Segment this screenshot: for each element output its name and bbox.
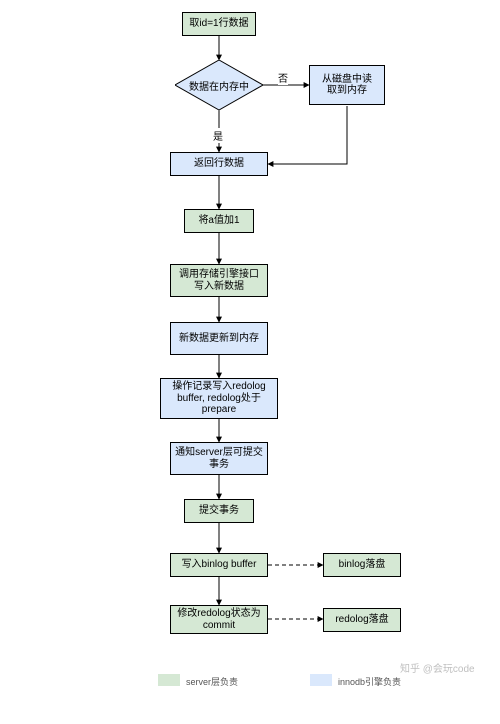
watermark: 知乎 @会玩code [400, 660, 475, 675]
edge-label-no: 否 [278, 70, 288, 85]
node-notify-server-commit: 通知server层可提交事务 [170, 442, 268, 475]
node-label: 取id=1行数据 [189, 18, 248, 30]
node-label: binlog落盘 [339, 559, 386, 571]
node-label: 从磁盘中读 取到内存 [322, 74, 372, 97]
decision-in-memory: 数据在内存中 [175, 60, 263, 110]
edge-label-yes: 是 [213, 128, 223, 143]
node-label: 提交事务 [199, 505, 239, 517]
node-label: 操作记录写入redolog buffer, redolog处于prepare [165, 381, 273, 416]
node-redolog-prepare: 操作记录写入redolog buffer, redolog处于prepare [160, 378, 278, 419]
legend-swatch-innodb [310, 674, 332, 686]
node-label: 调用存储引擎接口写入新数据 [175, 269, 263, 292]
legend-swatch-server [158, 674, 180, 686]
node-commit-tx: 提交事务 [184, 499, 254, 523]
node-label: 将a值加1 [198, 215, 239, 227]
node-redolog-flush: redolog落盘 [323, 608, 401, 632]
node-update-memory: 新数据更新到内存 [170, 322, 268, 355]
node-call-engine-write: 调用存储引擎接口写入新数据 [170, 264, 268, 297]
legend-label-innodb: innodb引擎负责 [338, 675, 401, 688]
node-read-from-disk: 从磁盘中读 取到内存 [309, 65, 385, 105]
decision-label: 数据在内存中 [175, 60, 263, 110]
node-label: 通知server层可提交事务 [175, 447, 263, 470]
node-binlog-flush: binlog落盘 [323, 553, 401, 577]
node-label: 修改redolog状态为commit [175, 608, 263, 631]
node-add-one: 将a值加1 [184, 209, 254, 233]
node-write-binlog-buffer: 写入binlog buffer [170, 553, 268, 577]
node-redolog-commit: 修改redolog状态为commit [170, 605, 268, 634]
node-label: redolog落盘 [335, 614, 388, 626]
legend-label-server: server层负责 [186, 675, 238, 688]
node-return-row: 返回行数据 [170, 152, 268, 176]
node-label: 写入binlog buffer [182, 559, 257, 571]
node-fetch-row: 取id=1行数据 [182, 12, 256, 36]
node-label: 返回行数据 [194, 158, 244, 170]
node-label: 新数据更新到内存 [179, 333, 259, 345]
